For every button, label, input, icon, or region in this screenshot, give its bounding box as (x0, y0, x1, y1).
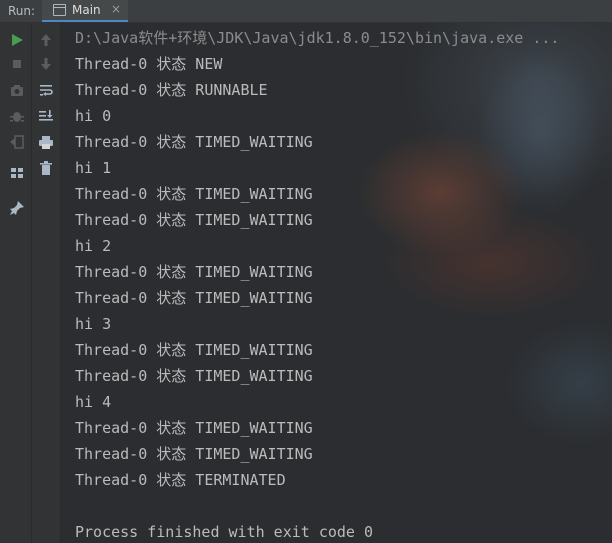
console-line: Thread-0 状态 TIMED_WAITING (75, 419, 313, 437)
console-line: Thread-0 状态 TIMED_WAITING (75, 211, 313, 229)
console-line: Thread-0 状态 TIMED_WAITING (75, 289, 313, 307)
console-line: Thread-0 状态 TIMED_WAITING (75, 185, 313, 203)
run-icon[interactable] (9, 32, 25, 48)
console-line: Thread-0 状态 RUNNABLE (75, 81, 268, 99)
console-line: hi 2 (75, 237, 112, 255)
print-icon[interactable] (38, 134, 54, 150)
camera-icon[interactable] (9, 82, 25, 98)
console-line: Thread-0 状态 TIMED_WAITING (75, 341, 313, 359)
pin-icon[interactable] (9, 200, 25, 216)
console-line: Thread-0 状态 NEW (75, 55, 223, 73)
console-line: Thread-0 状态 TIMED_WAITING (75, 445, 313, 463)
trash-icon[interactable] (38, 160, 54, 176)
console-exit-line: Process finished with exit code 0 (75, 523, 374, 541)
run-tool-window-header: Run: Main × (0, 0, 612, 23)
run-label: Run: (8, 4, 36, 18)
console-line: Thread-0 状态 TIMED_WAITING (75, 263, 313, 281)
up-arrow-icon[interactable] (38, 32, 54, 48)
console-line: Thread-0 状态 TERMINATED (75, 471, 286, 489)
close-icon[interactable]: × (111, 2, 121, 16)
scroll-to-end-icon[interactable] (38, 108, 54, 124)
console-line: hi 4 (75, 393, 112, 411)
down-arrow-icon[interactable] (38, 56, 54, 72)
run-toolbar-left (0, 23, 32, 543)
console-line: hi 1 (75, 159, 112, 177)
console-line: hi 3 (75, 315, 112, 333)
console-command-line: D:\Java软件+环境\JDK\Java\jdk1.8.0_152\bin\j… (75, 29, 560, 47)
tab-main[interactable]: Main × (42, 0, 128, 22)
run-toolbar-right (32, 23, 61, 543)
layout-icon[interactable] (9, 165, 25, 181)
console-line: Thread-0 状态 TIMED_WAITING (75, 367, 313, 385)
console-line: Thread-0 状态 TIMED_WAITING (75, 133, 313, 151)
tab-title: Main (72, 3, 101, 17)
console-output[interactable]: D:\Java软件+环境\JDK\Java\jdk1.8.0_152\bin\j… (61, 23, 612, 543)
bug-icon[interactable] (9, 108, 25, 124)
soft-wrap-icon[interactable] (38, 82, 54, 98)
console-line: hi 0 (75, 107, 112, 125)
stop-icon[interactable] (9, 56, 25, 72)
console-window-icon (53, 4, 66, 16)
exit-icon[interactable] (9, 134, 25, 150)
